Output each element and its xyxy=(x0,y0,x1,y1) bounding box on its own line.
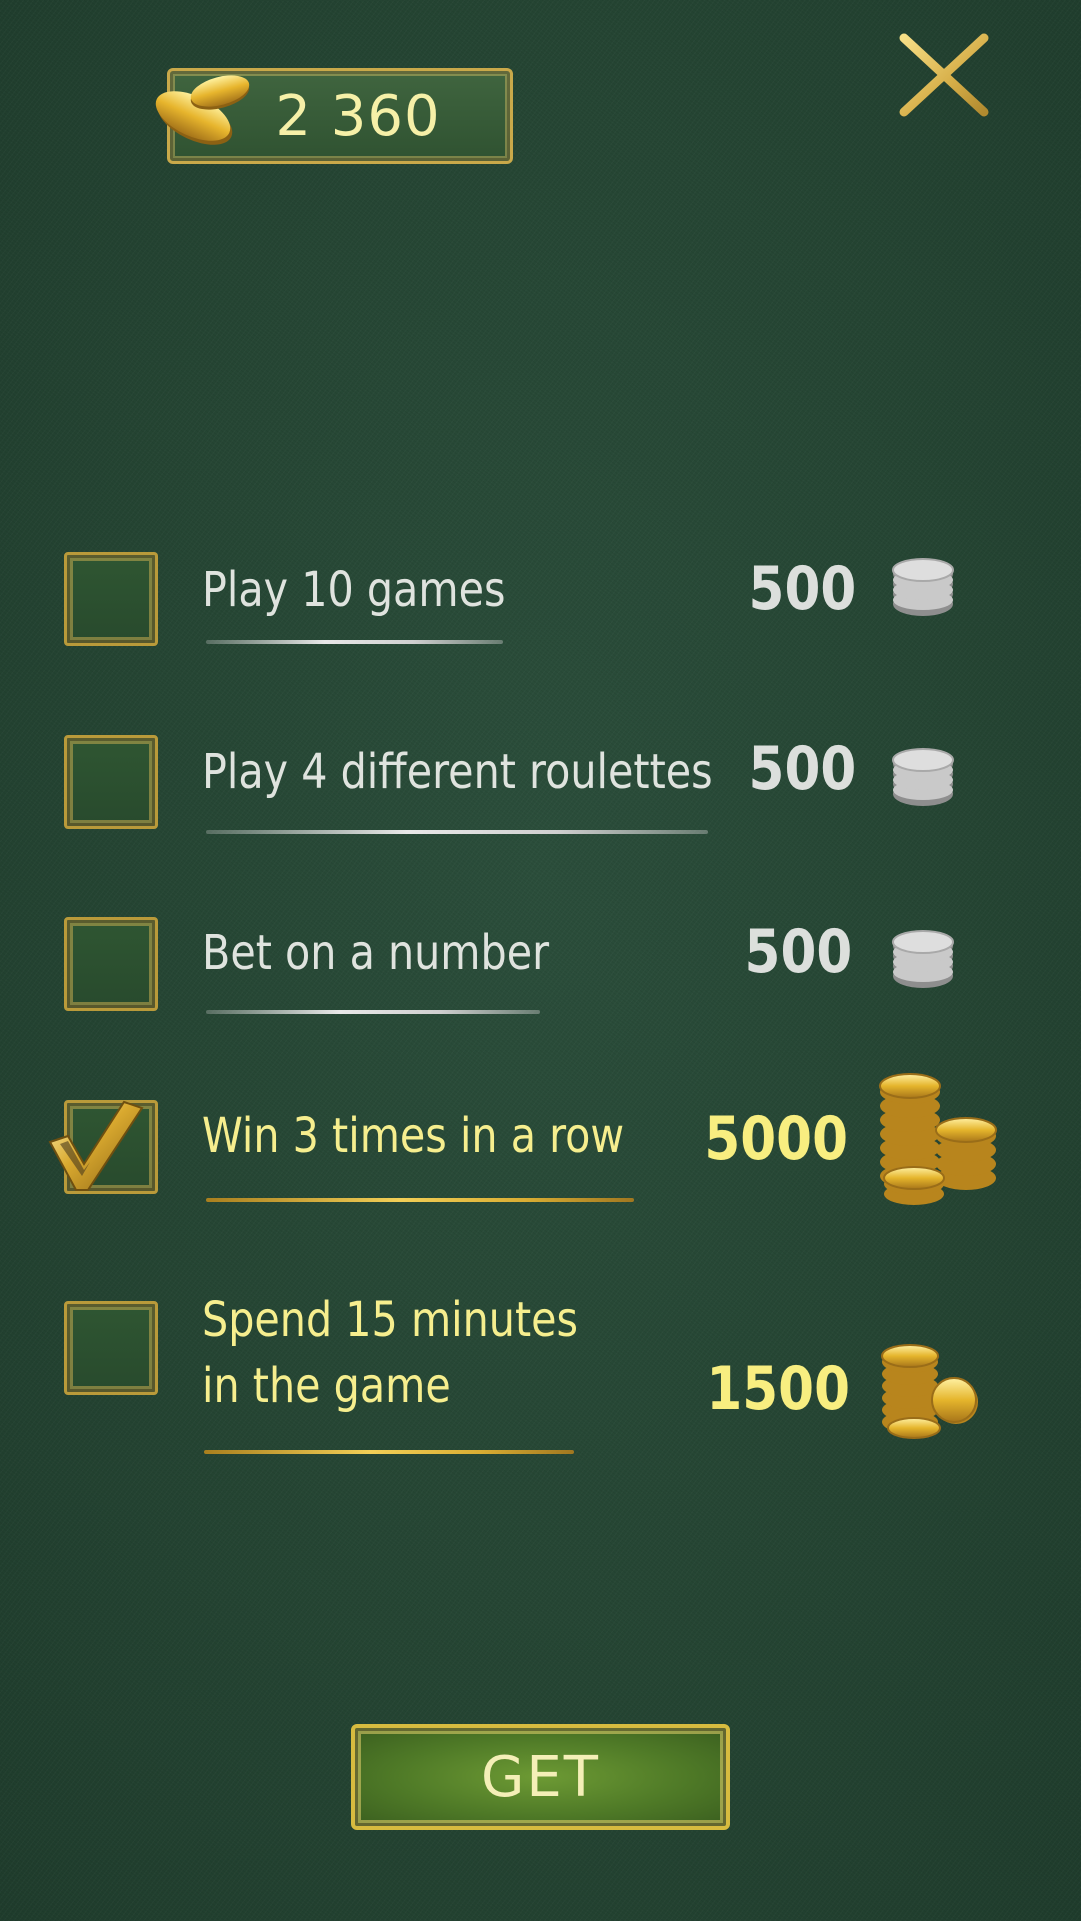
quest-label: Win 3 times in a row xyxy=(202,1108,625,1164)
close-icon[interactable] xyxy=(898,32,990,118)
quest-label: Play 4 different roulettes xyxy=(202,744,713,800)
quest-checkbox[interactable] xyxy=(64,735,158,829)
silver-coins-icon xyxy=(892,930,954,988)
quest-underline xyxy=(206,830,708,834)
gold-coins-icon xyxy=(155,75,250,145)
get-button[interactable]: GET xyxy=(351,1724,730,1830)
quest-reward: 500 xyxy=(748,734,856,804)
checkmark-icon xyxy=(48,1100,144,1191)
quest-reward: 5000 xyxy=(704,1104,848,1174)
quest-underline xyxy=(206,640,503,644)
quest-checkbox[interactable] xyxy=(64,552,158,646)
quest-reward: 500 xyxy=(748,554,856,624)
quest-underline xyxy=(204,1450,574,1454)
silver-coins-icon xyxy=(892,558,954,616)
quest-label-line1: Spend 15 minutes xyxy=(202,1292,579,1348)
quest-underline xyxy=(206,1198,634,1202)
quest-reward: 1500 xyxy=(706,1354,850,1424)
quest-underline xyxy=(206,1010,540,1014)
quest-checkbox[interactable] xyxy=(64,1301,158,1395)
quest-label-line2: in the game xyxy=(202,1358,451,1414)
gold-coin-stacks-icon xyxy=(879,1073,997,1205)
quest-reward: 500 xyxy=(744,917,852,987)
quest-label: Bet on a number xyxy=(202,925,550,981)
get-button-label: GET xyxy=(481,1744,600,1810)
quest-label: Play 10 games xyxy=(202,562,506,618)
silver-coins-icon xyxy=(892,748,954,806)
gold-coins-pile-icon xyxy=(881,1344,978,1439)
quest-checkbox[interactable] xyxy=(64,917,158,1011)
